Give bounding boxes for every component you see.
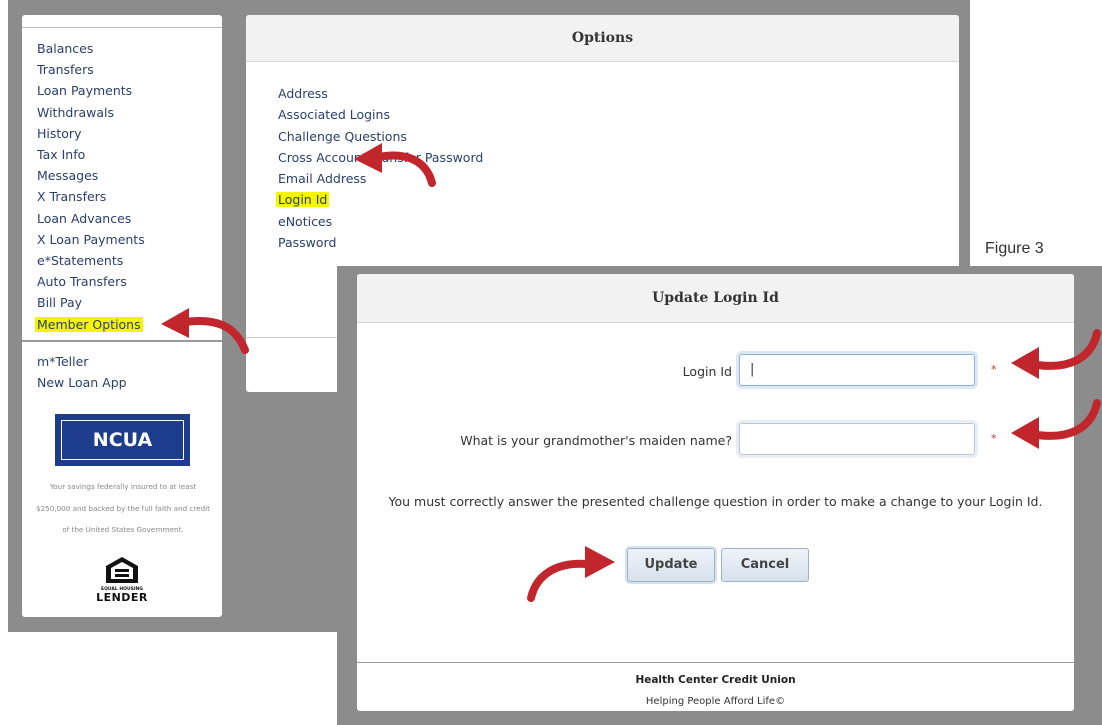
- sidebar-item-member-options[interactable]: Member Options: [35, 314, 145, 335]
- option-associated-logins[interactable]: Associated Logins: [278, 104, 483, 125]
- sidebar-item-new-loan-app[interactable]: New Loan App: [37, 372, 127, 393]
- figure-label: Figure 3: [985, 240, 1044, 257]
- sidebar-item-loan-payments[interactable]: Loan Payments: [37, 80, 145, 101]
- sidebar-item-transfers[interactable]: Transfers: [37, 59, 145, 80]
- login-id-input[interactable]: |: [739, 354, 975, 386]
- sidebar-item-auto-transfers[interactable]: Auto Transfers: [37, 271, 145, 292]
- cancel-button[interactable]: Cancel: [721, 548, 809, 582]
- divider: [357, 662, 1074, 663]
- option-address[interactable]: Address: [278, 83, 483, 104]
- update-button[interactable]: Update: [627, 548, 715, 582]
- option-password[interactable]: Password: [278, 232, 483, 253]
- red-curved-arrow-icon: [354, 143, 436, 187]
- option-enotices[interactable]: eNotices: [278, 211, 483, 232]
- sidebar-item-loan-advances[interactable]: Loan Advances: [37, 208, 145, 229]
- ncua-insurance-note: Your savings federally insured to at lea…: [36, 482, 210, 534]
- sidebar-item-messages[interactable]: Messages: [37, 165, 145, 186]
- option-login-id[interactable]: Login Id: [276, 189, 483, 210]
- challenge-note: You must correctly answer the presented …: [388, 494, 1043, 509]
- sidebar-item-x-loan-payments[interactable]: X Loan Payments: [37, 229, 145, 250]
- sidebar-item-bill-pay[interactable]: Bill Pay: [37, 292, 145, 313]
- ncua-logo: NCUA: [55, 414, 190, 466]
- sidebar-item-x-transfers[interactable]: X Transfers: [37, 186, 145, 207]
- login-id-label: Login Id: [682, 364, 732, 379]
- sidebar-item-balances[interactable]: Balances: [37, 38, 145, 59]
- ncua-logo-text: NCUA: [92, 429, 153, 451]
- sidebar-menu-secondary: m*Teller New Loan App: [37, 351, 127, 393]
- required-indicator: *: [991, 363, 997, 376]
- dialog-title: Update Login Id: [357, 274, 1074, 323]
- sidebar-item-tax-info[interactable]: Tax Info: [37, 144, 145, 165]
- sidebar-item-withdrawals[interactable]: Withdrawals: [37, 102, 145, 123]
- sidebar-item-estatements[interactable]: e*Statements: [37, 250, 145, 271]
- red-curved-arrow-icon: [1011, 329, 1101, 379]
- footer-org-name: Health Center Credit Union: [635, 674, 796, 686]
- options-title: Options: [246, 15, 959, 62]
- red-curved-arrow-icon: [161, 308, 249, 354]
- required-indicator: *: [991, 432, 997, 445]
- equal-housing-lender-icon: EQUAL HOUSING LENDER: [92, 555, 152, 603]
- divider: [22, 27, 222, 28]
- challenge-answer-input[interactable]: [739, 423, 975, 455]
- sidebar-item-mteller[interactable]: m*Teller: [37, 351, 127, 372]
- red-curved-arrow-icon: [527, 546, 615, 602]
- update-login-dialog: Update Login Id Login Id | * What is you…: [337, 266, 1102, 725]
- challenge-question-label: What is your grandmother's maiden name?: [460, 433, 732, 448]
- red-curved-arrow-icon: [1011, 399, 1101, 449]
- sidebar-menu: Balances Transfers Loan Payments Withdra…: [35, 38, 145, 335]
- footer-tagline: Helping People Afford Life©: [645, 696, 786, 707]
- sidebar-item-history[interactable]: History: [37, 123, 145, 144]
